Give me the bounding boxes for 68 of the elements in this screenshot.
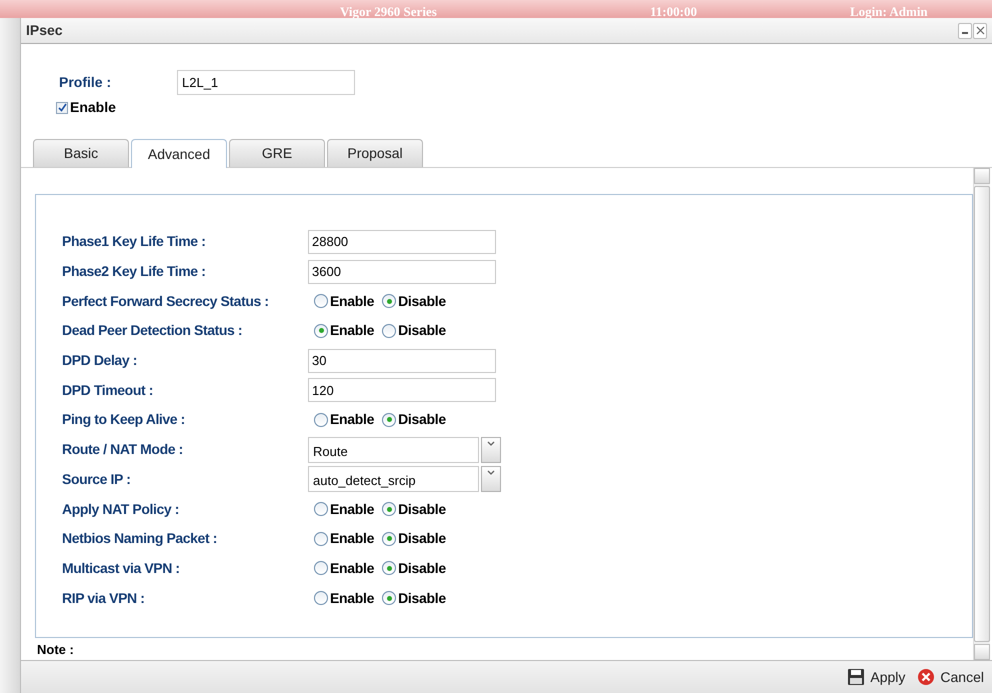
field-label: DPD Delay : [62,351,138,370]
option-label: Disable [398,410,446,430]
field-label: Source IP : [62,470,132,489]
cancel-button[interactable]: Cancel [917,666,984,688]
tab[interactable]: Basic [33,139,129,167]
radio-button[interactable] [382,561,396,576]
option-label: Disable [398,292,446,311]
apply-button[interactable]: Apply [847,666,906,688]
minimize-button[interactable] [958,22,972,38]
option-label: Enable [330,292,374,311]
radio-button[interactable] [314,561,328,576]
radio-button[interactable] [314,532,328,546]
radio-button[interactable] [382,532,396,546]
field-label: Dead Peer Detection Status : [62,321,244,340]
text-field[interactable]: 28800 [308,230,496,254]
window-title: IPsec [26,21,63,40]
header-login: Login: Admin [850,5,928,18]
minimize-icon [962,32,968,34]
text-field[interactable]: 30 [308,348,496,373]
radio-button[interactable] [314,412,328,427]
cancel-icon [917,668,936,686]
radio-button[interactable] [382,591,396,606]
field-label: Perfect Forward Secrecy Status : [62,292,270,311]
option-label: Enable [330,529,374,548]
profile-label: Profile : [59,73,112,92]
field-label: Phase1 Key Life Time : [62,232,206,252]
tab[interactable]: Advanced [131,139,227,168]
text-field[interactable]: 120 [308,378,496,402]
header-time: 11:00:00 [650,5,698,18]
field-label: Apply NAT Policy : [62,500,180,519]
note-label: Note : [36,641,75,659]
option-label: Enable [330,588,374,608]
caret-icon [481,436,501,463]
radio-button[interactable] [314,502,328,516]
close-icon [976,26,984,35]
option-label: Disable [398,558,446,578]
caret-icon [481,466,501,492]
field-label: Phase2 Key Life Time : [62,262,206,282]
enable-label: Enable [70,98,116,117]
field-label: Route / NAT Mode : [62,440,184,460]
header-title: Vigor 2960 Series [340,5,438,18]
option-label: Enable [330,558,374,578]
tab[interactable]: GRE [229,139,325,167]
radio-button[interactable] [314,294,328,308]
tab[interactable]: Proposal [327,139,423,167]
enable-checkbox[interactable] [56,102,68,114]
radio-button[interactable] [382,294,396,308]
field-label: Ping to Keep Alive : [62,410,186,430]
option-label: Disable [398,500,446,519]
radio-button[interactable] [382,502,396,516]
option-label: Enable [330,410,374,430]
radio-button[interactable] [314,591,328,606]
field-label: Netbios Naming Packet : [62,529,218,548]
option-label: Disable [398,321,446,340]
radio-button[interactable] [382,324,396,338]
scrollbar[interactable] [973,168,990,660]
field-label: RIP via VPN : [62,588,146,608]
radio-button[interactable] [314,324,328,338]
profile-field[interactable]: L2L_1 [177,70,355,95]
option-label: Enable [330,500,374,519]
field-label: Multicast via VPN : [62,558,181,578]
radio-button[interactable] [382,412,396,427]
close-button[interactable] [973,22,987,38]
option-label: Disable [398,529,446,548]
field-label: DPD Timeout : [62,380,154,400]
option-label: Disable [398,588,446,608]
text-field[interactable]: 3600 [308,260,496,284]
option-label: Enable [330,321,374,340]
